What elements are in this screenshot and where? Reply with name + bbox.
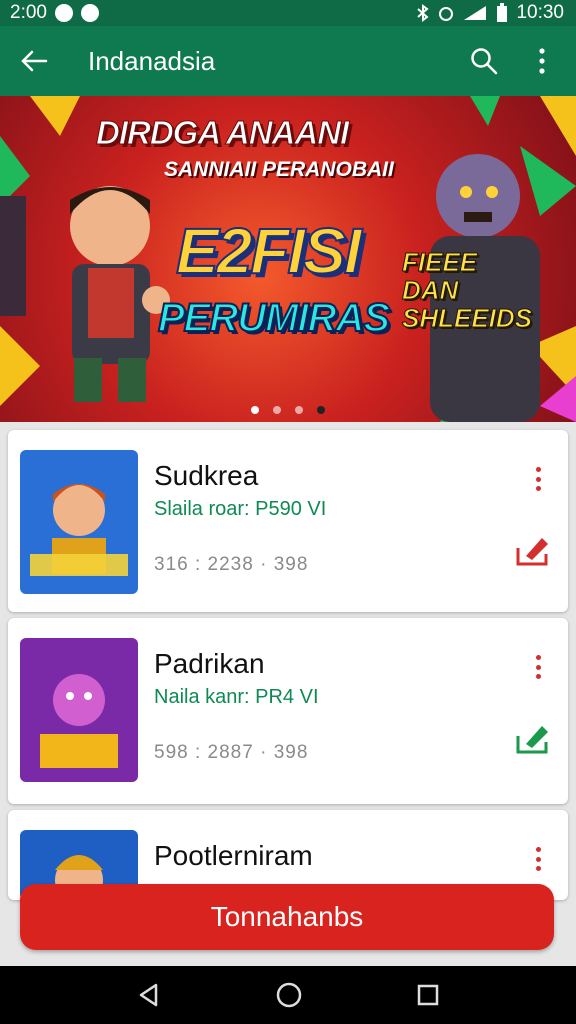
carousel-dot[interactable] [273,406,281,414]
item-subtitle: Naila kanr: PR4 VI [154,686,319,708]
banner-headline: DIRDGA ANAANI [96,114,350,152]
item-title: Padrikan [154,648,265,679]
primary-action-button[interactable]: Tonnahanbs [20,884,554,950]
item-title: Sudkrea [154,460,259,491]
status-bar: 2:00 10:30 [0,0,576,26]
status-left: 2:00 [10,2,99,24]
banner-big-title-2: PERUMIRAS [157,295,391,341]
system-nav-bar [0,966,576,1024]
more-vert-icon [539,48,545,74]
edit-icon[interactable] [512,530,552,570]
item-thumbnail [20,638,138,782]
more-vert-icon[interactable] [528,652,548,682]
banner-big-title: E2FISI [175,214,363,288]
item-thumbnail [20,450,138,594]
recents-nav-icon[interactable] [416,983,440,1007]
signal-icon [464,6,487,20]
banner-subheadline: SANNIAII PERANOBAII [164,158,394,181]
promo-banner[interactable]: DIRDGA ANAANI SANNIAII PERANOBAII E2FISI… [0,96,576,422]
back-nav-icon[interactable] [136,982,162,1008]
item-subtitle: Slaila roar: P590 VI [154,498,327,520]
carousel-dot[interactable] [251,406,259,414]
notification-icon [54,4,73,22]
status-time-left: 2:00 [10,2,47,23]
app-bar: Indanadsia [0,26,576,96]
back-button[interactable] [14,41,54,81]
alarm-icon [439,7,454,21]
search-button[interactable] [464,41,504,81]
overflow-menu-button[interactable] [522,41,562,81]
item-list: Sudkrea Slaila roar: P590 VI 316 : 2238 … [8,430,568,906]
banner-side-text: FIEEE DAN SHLEEIDS [402,247,533,333]
item-title: Pootlerniram [154,840,313,871]
messenger-icon [80,4,99,22]
carousel-dot[interactable] [317,406,325,414]
item-meta: 598 : 2887 · 398 [154,742,309,763]
list-item[interactable]: Sudkrea Slaila roar: P590 VI 316 : 2238 … [8,430,568,612]
status-time-right: 10:30 [516,2,564,23]
status-right: 10:30 [416,2,564,24]
more-vert-icon[interactable] [528,844,548,874]
item-meta: 316 : 2238 · 398 [154,554,309,575]
carousel-indicator [0,406,576,414]
page-title: Indanadsia [88,45,216,76]
bluetooth-icon [417,4,430,22]
arrow-left-icon [21,50,48,72]
list-item[interactable]: Padrikan Naila kanr: PR4 VI 598 : 2887 ·… [8,618,568,804]
edit-icon[interactable] [512,718,552,758]
battery-icon [497,3,508,22]
home-nav-icon[interactable] [275,981,303,1009]
search-icon [471,48,498,75]
carousel-dot[interactable] [295,406,303,414]
more-vert-icon[interactable] [528,464,548,494]
